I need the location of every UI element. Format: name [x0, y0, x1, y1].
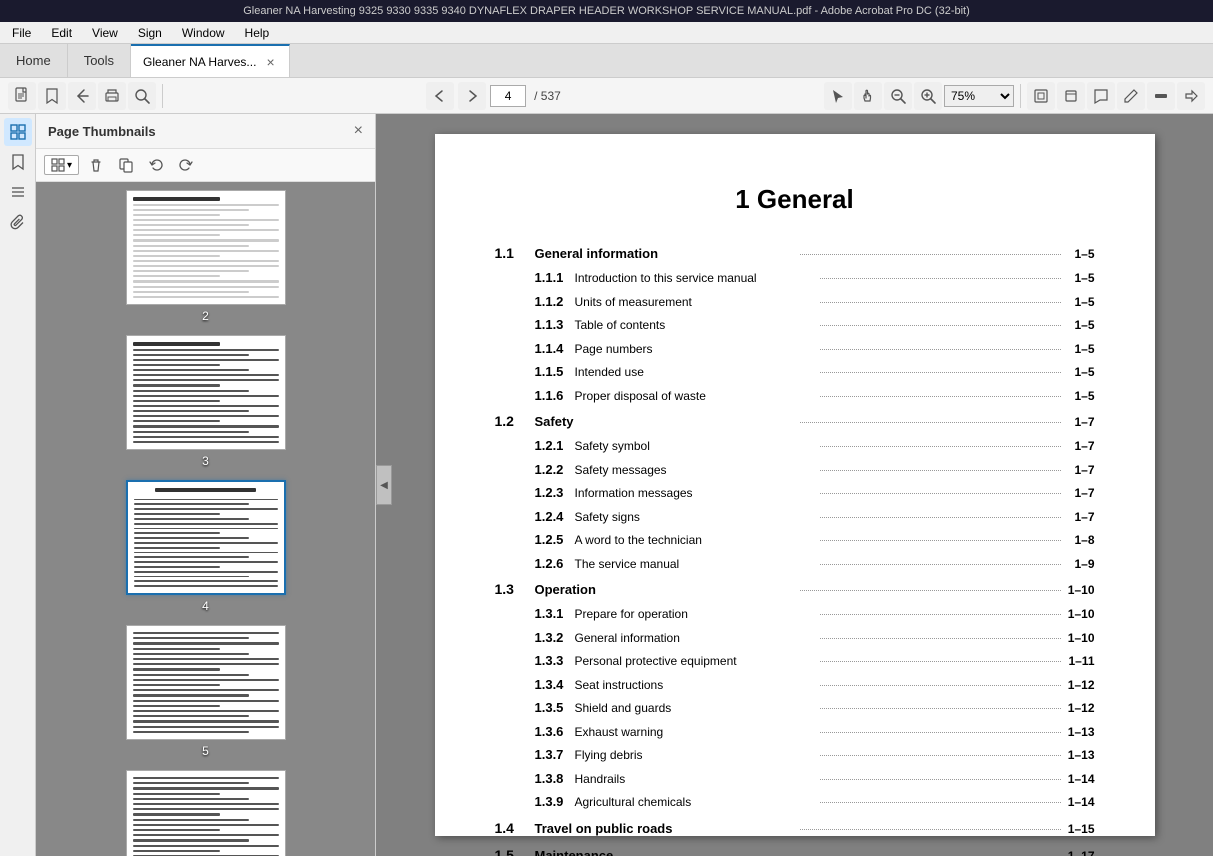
toc-section-1-5: 1.5 Maintenance 1–17 [495, 845, 1095, 856]
sidebar-icons [0, 114, 36, 856]
sep1 [162, 84, 163, 108]
page-number-input[interactable] [490, 85, 526, 107]
delete-page-btn[interactable] [83, 153, 109, 177]
thumbnails-list[interactable]: 2 [36, 182, 375, 856]
sidebar-icon-layers[interactable] [4, 178, 32, 206]
sidebar-icon-thumbnails[interactable] [4, 118, 32, 146]
panel-title: Page Thumbnails [48, 124, 156, 139]
sep2 [1020, 84, 1021, 108]
toc-1-2-2: 1.2.2 Safety messages 1–7 [495, 460, 1095, 480]
toc-1-2-4: 1.2.4 Safety signs 1–7 [495, 507, 1095, 527]
title-text: Gleaner NA Harvesting 9325 9330 9335 934… [243, 5, 970, 17]
thumbnail-frame-2[interactable] [126, 190, 286, 305]
thumbnail-page-4[interactable]: 4 [126, 480, 286, 613]
thumbnail-size-dropdown[interactable]: ▾ [44, 155, 79, 175]
comment-btn[interactable] [1087, 82, 1115, 110]
tab-doc-label: Gleaner NA Harves... [143, 55, 256, 69]
search-btn[interactable] [128, 82, 156, 110]
sidebar-icon-bookmarks[interactable] [4, 148, 32, 176]
toc-1-1-3: 1.1.3 Table of contents 1–5 [495, 315, 1095, 335]
tab-document[interactable]: Gleaner NA Harves... × [131, 44, 290, 77]
menu-file[interactable]: File [4, 24, 39, 42]
thumbnail-frame-3[interactable] [126, 335, 286, 450]
tab-bar: Home Tools Gleaner NA Harves... × [0, 44, 1213, 78]
extract-pages-btn[interactable] [113, 153, 139, 177]
new-file-btn[interactable] [8, 82, 36, 110]
bookmark-btn[interactable] [38, 82, 66, 110]
next-page-btn[interactable] [458, 82, 486, 110]
zoom-selector[interactable]: 75% 50% 100% 125% 150% [944, 85, 1014, 107]
menu-edit[interactable]: Edit [43, 24, 80, 42]
main-area: Page Thumbnails × ▾ [0, 114, 1213, 856]
zoom-out-btn[interactable] [884, 82, 912, 110]
page-total-label: / 537 [530, 89, 565, 103]
fit-page-btn[interactable] [1027, 82, 1055, 110]
thumbnail-page-6[interactable]: 6 [126, 770, 286, 856]
toc-1-3-4: 1.3.4 Seat instructions 1–12 [495, 675, 1095, 695]
menu-sign[interactable]: Sign [130, 24, 170, 42]
toc-1-2-3: 1.2.3 Information messages 1–7 [495, 483, 1095, 503]
edit-btn[interactable] [1117, 82, 1145, 110]
thumbnail-frame-6[interactable] [126, 770, 286, 856]
document-page: 1 General 1.1 General information 1–5 1.… [435, 134, 1155, 836]
tab-close-btn[interactable]: × [264, 54, 276, 70]
toc-1-1-5: 1.1.5 Intended use 1–5 [495, 362, 1095, 382]
left-panel: Page Thumbnails × ▾ [36, 114, 376, 856]
thumbnail-page-3[interactable]: 3 [126, 335, 286, 468]
panel-header: Page Thumbnails × [36, 114, 375, 149]
menu-bar: File Edit View Sign Window Help [0, 22, 1213, 44]
prev-page-btn[interactable] [426, 82, 454, 110]
toc-1-2-6: 1.2.6 The service manual 1–9 [495, 554, 1095, 574]
toc-1-1-6: 1.1.6 Proper disposal of waste 1–5 [495, 386, 1095, 406]
thumbnail-page-5[interactable]: 5 [126, 625, 286, 758]
toc-1-3-1: 1.3.1 Prepare for operation 1–10 [495, 604, 1095, 624]
toc-1-3-2: 1.3.2 General information 1–10 [495, 628, 1095, 648]
toc-1-3-9: 1.3.9 Agricultural chemicals 1–14 [495, 792, 1095, 812]
toc-1-1-2: 1.1.2 Units of measurement 1–5 [495, 292, 1095, 312]
panel-close-btn[interactable]: × [354, 122, 363, 140]
toc-section-1-1: 1.1 General information 1–5 [495, 243, 1095, 264]
toc-section-1-4: 1.4 Travel on public roads 1–15 [495, 818, 1095, 839]
tab-home[interactable]: Home [0, 44, 68, 77]
thumbnail-page-2[interactable]: 2 [126, 190, 286, 323]
thumbnail-label-4: 4 [202, 599, 209, 613]
toc-1-1-1: 1.1.1 Introduction to this service manua… [495, 268, 1095, 288]
thumbnail-frame-4[interactable] [126, 480, 286, 595]
toc-1-3-7: 1.3.7 Flying debris 1–13 [495, 745, 1095, 765]
menu-help[interactable]: Help [237, 24, 278, 42]
cursor-tool-btn[interactable] [824, 82, 852, 110]
panel-toolbar: ▾ [36, 149, 375, 182]
back-btn[interactable] [68, 82, 96, 110]
hand-tool-btn[interactable] [854, 82, 882, 110]
thumbnail-label-2: 2 [202, 309, 209, 323]
thumbnail-label-5: 5 [202, 744, 209, 758]
menu-window[interactable]: Window [174, 24, 233, 42]
toc-section-1-3: 1.3 Operation 1–10 [495, 579, 1095, 600]
toc-1-1-4: 1.1.4 Page numbers 1–5 [495, 339, 1095, 359]
toc-1-3-5: 1.3.5 Shield and guards 1–12 [495, 698, 1095, 718]
tab-tools[interactable]: Tools [68, 44, 131, 77]
document-area: ◀ 1 General 1.1 General information 1–5 … [376, 114, 1213, 856]
redact-btn[interactable] [1147, 82, 1175, 110]
toc-1-2-5: 1.2.5 A word to the technician 1–8 [495, 530, 1095, 550]
rotate-btn[interactable] [1057, 82, 1085, 110]
thumbnail-label-3: 3 [202, 454, 209, 468]
redo-btn[interactable] [173, 153, 199, 177]
toc-section-1-2: 1.2 Safety 1–7 [495, 411, 1095, 432]
sidebar-icon-attachments[interactable] [4, 208, 32, 236]
title-bar: Gleaner NA Harvesting 9325 9330 9335 934… [0, 0, 1213, 22]
thumbnail-frame-5[interactable] [126, 625, 286, 740]
zoom-in-btn[interactable] [914, 82, 942, 110]
toc-1-3-3: 1.3.3 Personal protective equipment 1–11 [495, 651, 1095, 671]
undo-btn[interactable] [143, 153, 169, 177]
collapse-panel-btn[interactable]: ◀ [376, 465, 392, 505]
menu-view[interactable]: View [84, 24, 126, 42]
toc-1-2-1: 1.2.1 Safety symbol 1–7 [495, 436, 1095, 456]
toolbar: / 537 75% 50% 100% 125% 150% [0, 78, 1213, 114]
toc-1-3-8: 1.3.8 Handrails 1–14 [495, 769, 1095, 789]
toc-1-3-6: 1.3.6 Exhaust warning 1–13 [495, 722, 1095, 742]
page-heading: 1 General [495, 184, 1095, 215]
share-btn[interactable] [1177, 82, 1205, 110]
print-btn[interactable] [98, 82, 126, 110]
